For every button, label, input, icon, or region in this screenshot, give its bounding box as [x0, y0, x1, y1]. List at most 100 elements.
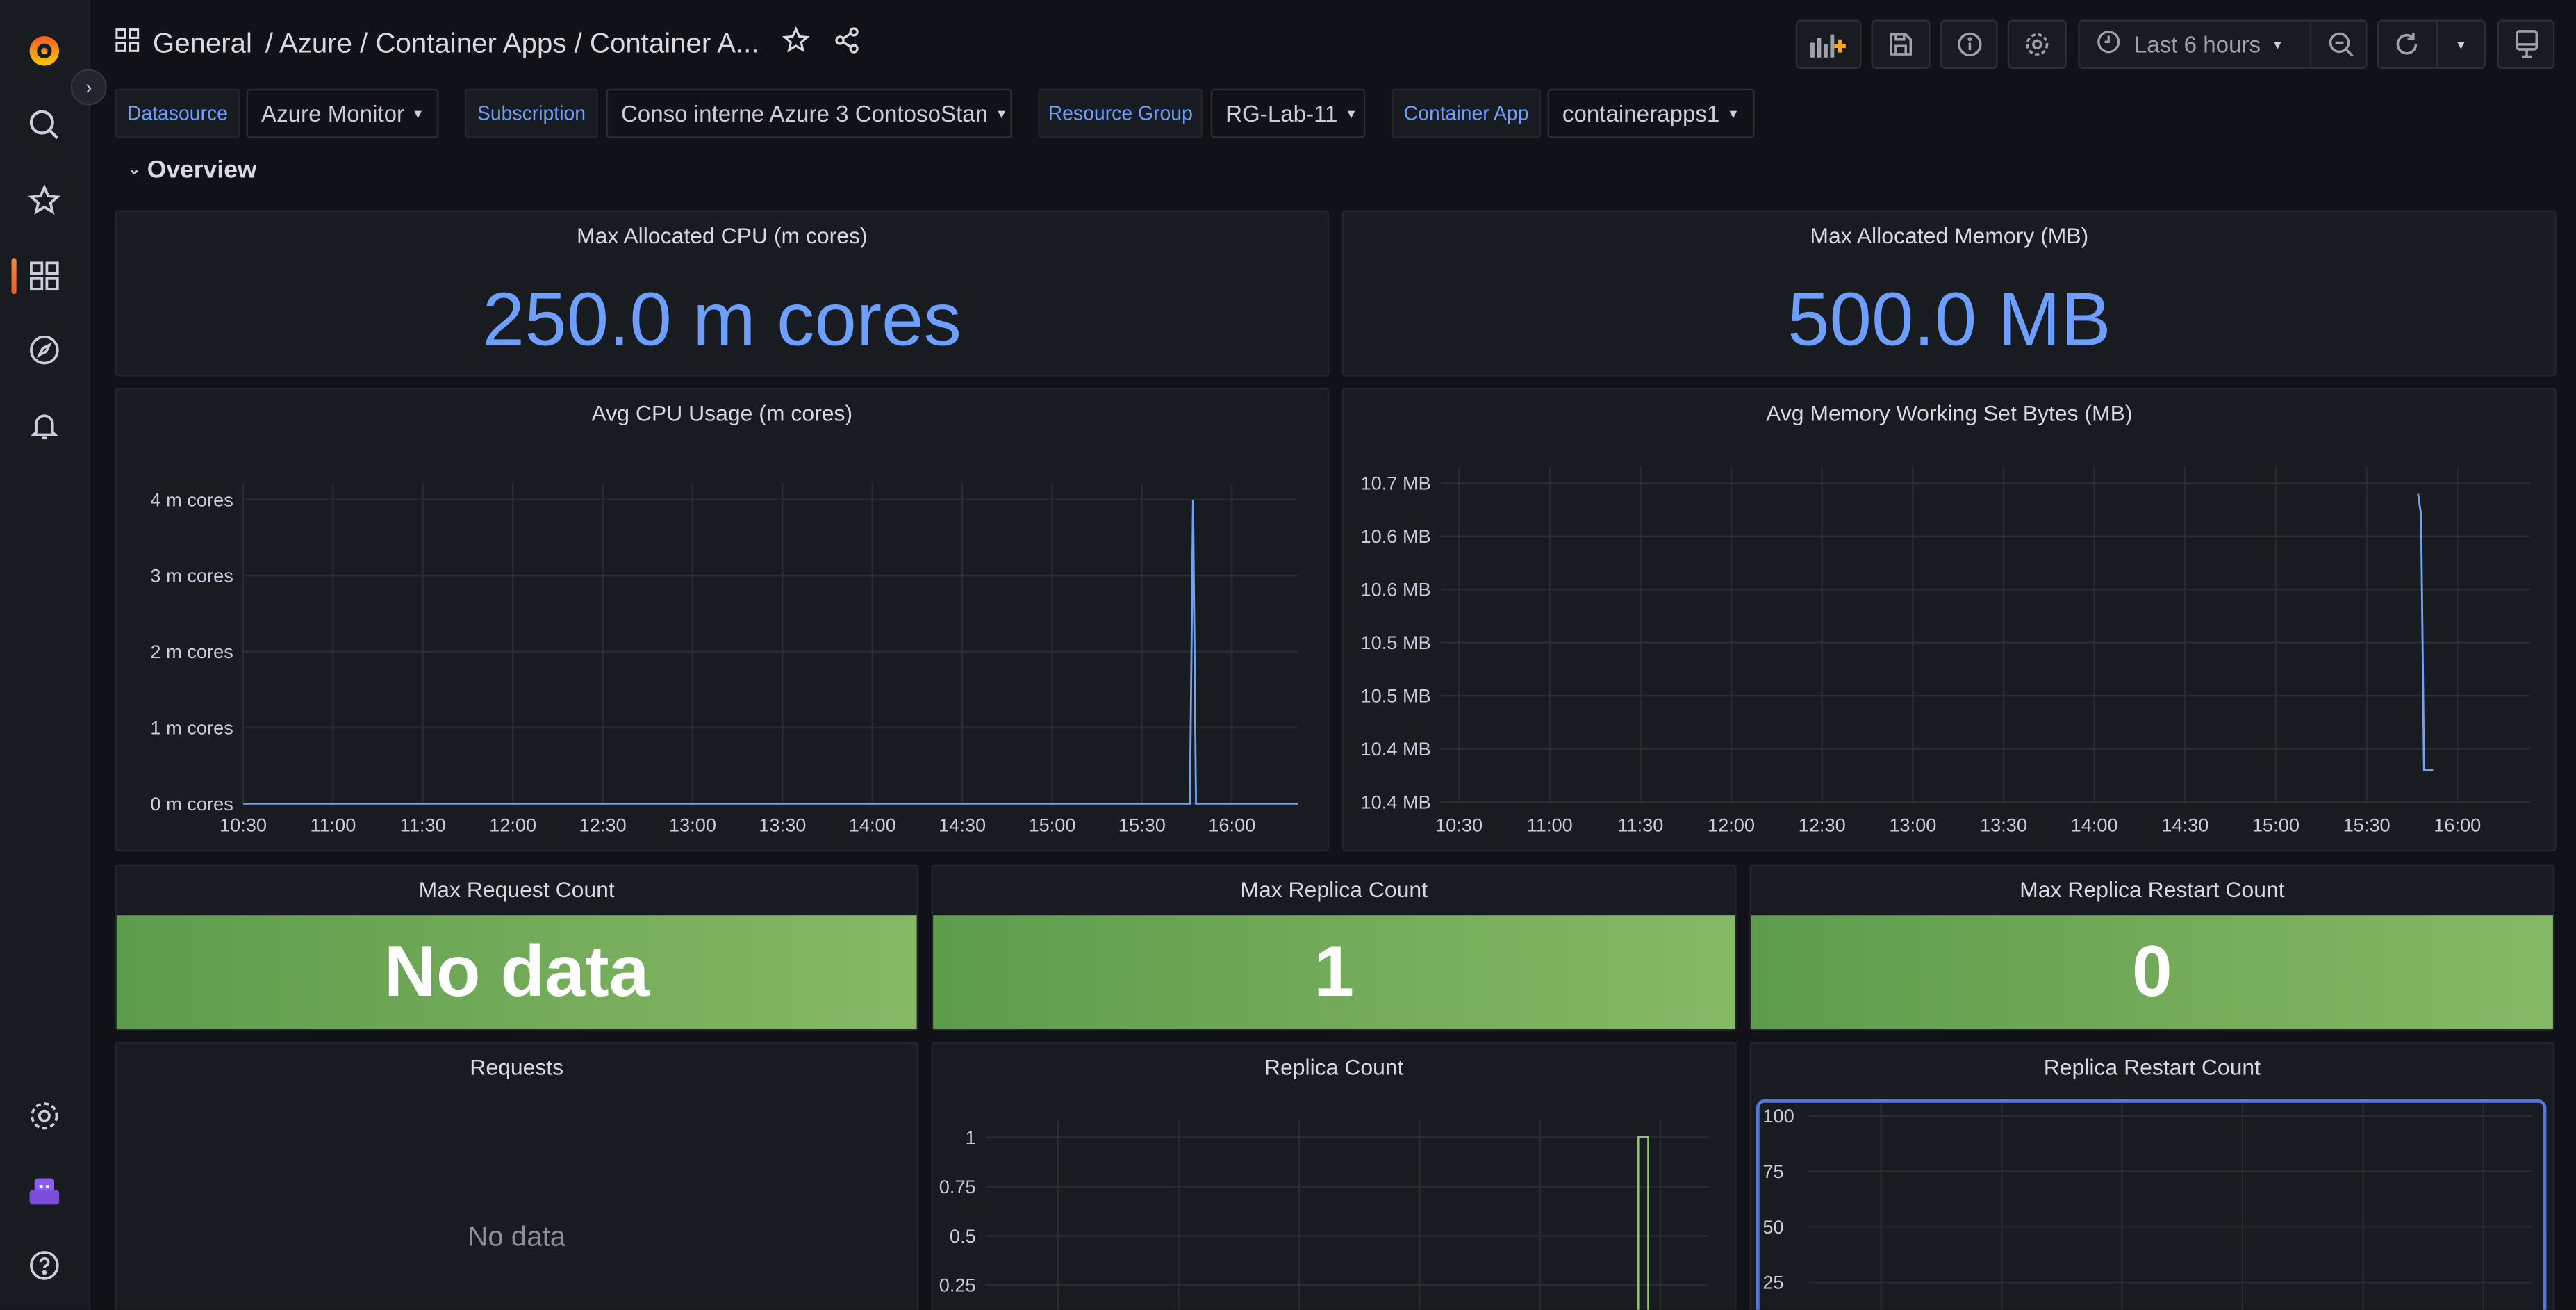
alerting-bell-icon[interactable]: [24, 406, 64, 445]
panel-requests: Requests No data: [115, 1042, 918, 1310]
grafana-logo-icon[interactable]: [24, 30, 64, 69]
variable-value: RG-Lab-11: [1225, 100, 1338, 127]
panel-title: Requests: [470, 1055, 564, 1080]
y-tick-label: 0.75: [939, 1176, 976, 1197]
dashboard-info-button[interactable]: [1940, 19, 1998, 69]
x-tick-label: 11:00: [1527, 814, 1573, 836]
configuration-gear-icon[interactable]: [24, 1096, 64, 1136]
x-tick-label: 10:30: [1435, 814, 1483, 836]
x-tick-label: 11:30: [400, 814, 446, 836]
zoom-out-button[interactable]: [2309, 21, 2369, 67]
x-tick-label: 16:00: [2434, 814, 2481, 836]
refresh-interval-dropdown[interactable]: ▾: [2436, 21, 2484, 67]
help-icon[interactable]: [24, 1246, 64, 1286]
y-tick-label: 10.5 MB: [1360, 632, 1430, 653]
variable-value: Azure Monitor: [261, 100, 405, 127]
chevron-down-icon: ▾: [2274, 35, 2281, 52]
variable-label-resource-group: Resource Group: [1038, 88, 1203, 138]
panel-title: Max Replica Restart Count: [2020, 877, 2285, 903]
user-avatar[interactable]: [24, 1172, 64, 1211]
y-tick-label: 1: [966, 1127, 976, 1148]
y-tick-label: 1 m cores: [150, 717, 233, 738]
add-panel-button[interactable]: [1795, 19, 1862, 69]
x-tick-label: 15:00: [2252, 814, 2300, 836]
variable-select-datasource[interactable]: Azure Monitor ▾: [246, 88, 439, 138]
x-tick-label: 13:00: [669, 814, 716, 836]
search-icon[interactable]: [24, 105, 64, 145]
series-line: [1637, 1136, 1650, 1310]
x-tick-label: 12:30: [1799, 814, 1846, 836]
variable-label-datasource: Datasource: [115, 88, 240, 138]
chevron-down-icon: ▾: [1347, 104, 1355, 121]
variable-select-resource-group[interactable]: RG-Lab-11 ▾: [1210, 88, 1366, 138]
avg-cpu-chart: 0 m cores 1 m cores 2 m cores 3 m cores 4 m …: [150, 483, 1298, 836]
expand-sidebar-button[interactable]: ›: [70, 69, 107, 106]
y-tick-label: 10.7 MB: [1360, 473, 1430, 494]
explore-compass-icon[interactable]: [24, 330, 64, 370]
star-icon[interactable]: [24, 181, 64, 220]
y-tick-label: 0.5: [950, 1225, 976, 1247]
x-tick-label: 13:30: [1980, 814, 2027, 836]
variable-select-container-app[interactable]: containerapps1 ▾: [1547, 88, 1755, 138]
star-dashboard-icon[interactable]: [782, 26, 810, 63]
time-range-label: Last 6 hours: [2133, 31, 2261, 58]
replica-count-chart: 0.25 0.5 0.75 1: [939, 1120, 1709, 1310]
panel-max-allocated-memory: Max Allocated Memory (MB) 500.0 MB: [1342, 210, 2557, 377]
sidebar: [0, 0, 91, 1310]
save-dashboard-button[interactable]: [1871, 19, 1931, 69]
replica-restart-chart: 25 50 75 100: [1762, 1102, 2532, 1310]
y-tick-label: 0.25: [939, 1275, 976, 1296]
panel-title: Avg CPU Usage (m cores): [591, 401, 853, 426]
breadcrumb: General / Azure / Container Apps / Conta…: [115, 24, 861, 64]
variable-label-subscription: Subscription: [465, 88, 598, 138]
breadcrumb-root[interactable]: General: [153, 28, 252, 60]
y-tick-label: 100: [1762, 1105, 1794, 1127]
variable-value: containerapps1: [1562, 100, 1720, 127]
stat-value: 250.0 m cores: [482, 276, 961, 362]
x-tick-label: 11:30: [1617, 814, 1663, 836]
chevron-down-icon: ▾: [414, 104, 422, 121]
x-tick-label: 15:30: [2343, 814, 2391, 836]
x-tick-label: 14:30: [2161, 814, 2208, 836]
panel-title: Max Request Count: [418, 877, 615, 903]
avg-memory-chart: 10.4 MB 10.4 MB 10.5 MB 10.5 MB 10.6 MB 10.6 …: [1360, 466, 2530, 836]
grafana-dashboard: › General / Azure / Container Apps / Con…: [0, 0, 2576, 1310]
dashboards-icon[interactable]: [24, 256, 64, 296]
row-overview-toggle[interactable]: ⌄ Overview: [128, 156, 256, 184]
x-tick-label: 11:00: [310, 814, 356, 836]
x-tick-label: 12:00: [1708, 814, 1755, 836]
tv-mode-button[interactable]: [2497, 19, 2555, 69]
chevron-down-icon: ▾: [998, 104, 1006, 121]
y-tick-label: 4 m cores: [150, 489, 233, 510]
panel-max-allocated-cpu: Max Allocated CPU (m cores) 250.0 m core…: [115, 210, 1330, 377]
row-title: Overview: [147, 156, 257, 184]
share-icon[interactable]: [833, 26, 861, 63]
x-tick-label: 13:00: [1889, 814, 1936, 836]
x-tick-label: 15:00: [1028, 814, 1075, 836]
variable-label-container-app: Container App: [1391, 88, 1542, 138]
panel-title: Max Allocated Memory (MB): [1810, 223, 2089, 249]
dashboard-settings-button[interactable]: [2007, 19, 2067, 69]
clock-icon: [2096, 30, 2120, 60]
dashboards-grid-icon: [115, 28, 140, 60]
variable-value: Conso interne Azure 3 ContosoStan: [620, 100, 989, 127]
y-tick-label: 10.5 MB: [1360, 685, 1430, 707]
time-picker[interactable]: Last 6 hours ▾: [2078, 19, 2369, 69]
panel-title: Avg Memory Working Set Bytes (MB): [1766, 401, 2133, 426]
stat-value: 500.0 MB: [1787, 276, 2111, 362]
stat-value: 1: [933, 915, 1735, 1029]
panel-max-replica-restart-count: Max Replica Restart Count 0: [1749, 864, 2555, 1031]
refresh-button[interactable]: ▾: [2377, 19, 2486, 69]
y-tick-label: 50: [1762, 1216, 1783, 1238]
breadcrumb-path[interactable]: / Azure / Container Apps / Container A..…: [265, 28, 759, 60]
x-tick-label: 14:00: [2071, 814, 2118, 836]
y-tick-label: 25: [1762, 1272, 1783, 1293]
stat-value: No data: [116, 915, 917, 1029]
panel-max-request-count: Max Request Count No data: [115, 864, 918, 1031]
panel-title: Replica Restart Count: [2043, 1055, 2261, 1080]
x-tick-label: 13:30: [759, 814, 806, 836]
variable-select-subscription[interactable]: Conso interne Azure 3 ContosoStan ▾: [606, 88, 1012, 138]
refresh-icon[interactable]: [2379, 31, 2436, 58]
chevron-down-icon: ▾: [1729, 104, 1737, 121]
panel-title: Max Allocated CPU (m cores): [576, 223, 868, 249]
